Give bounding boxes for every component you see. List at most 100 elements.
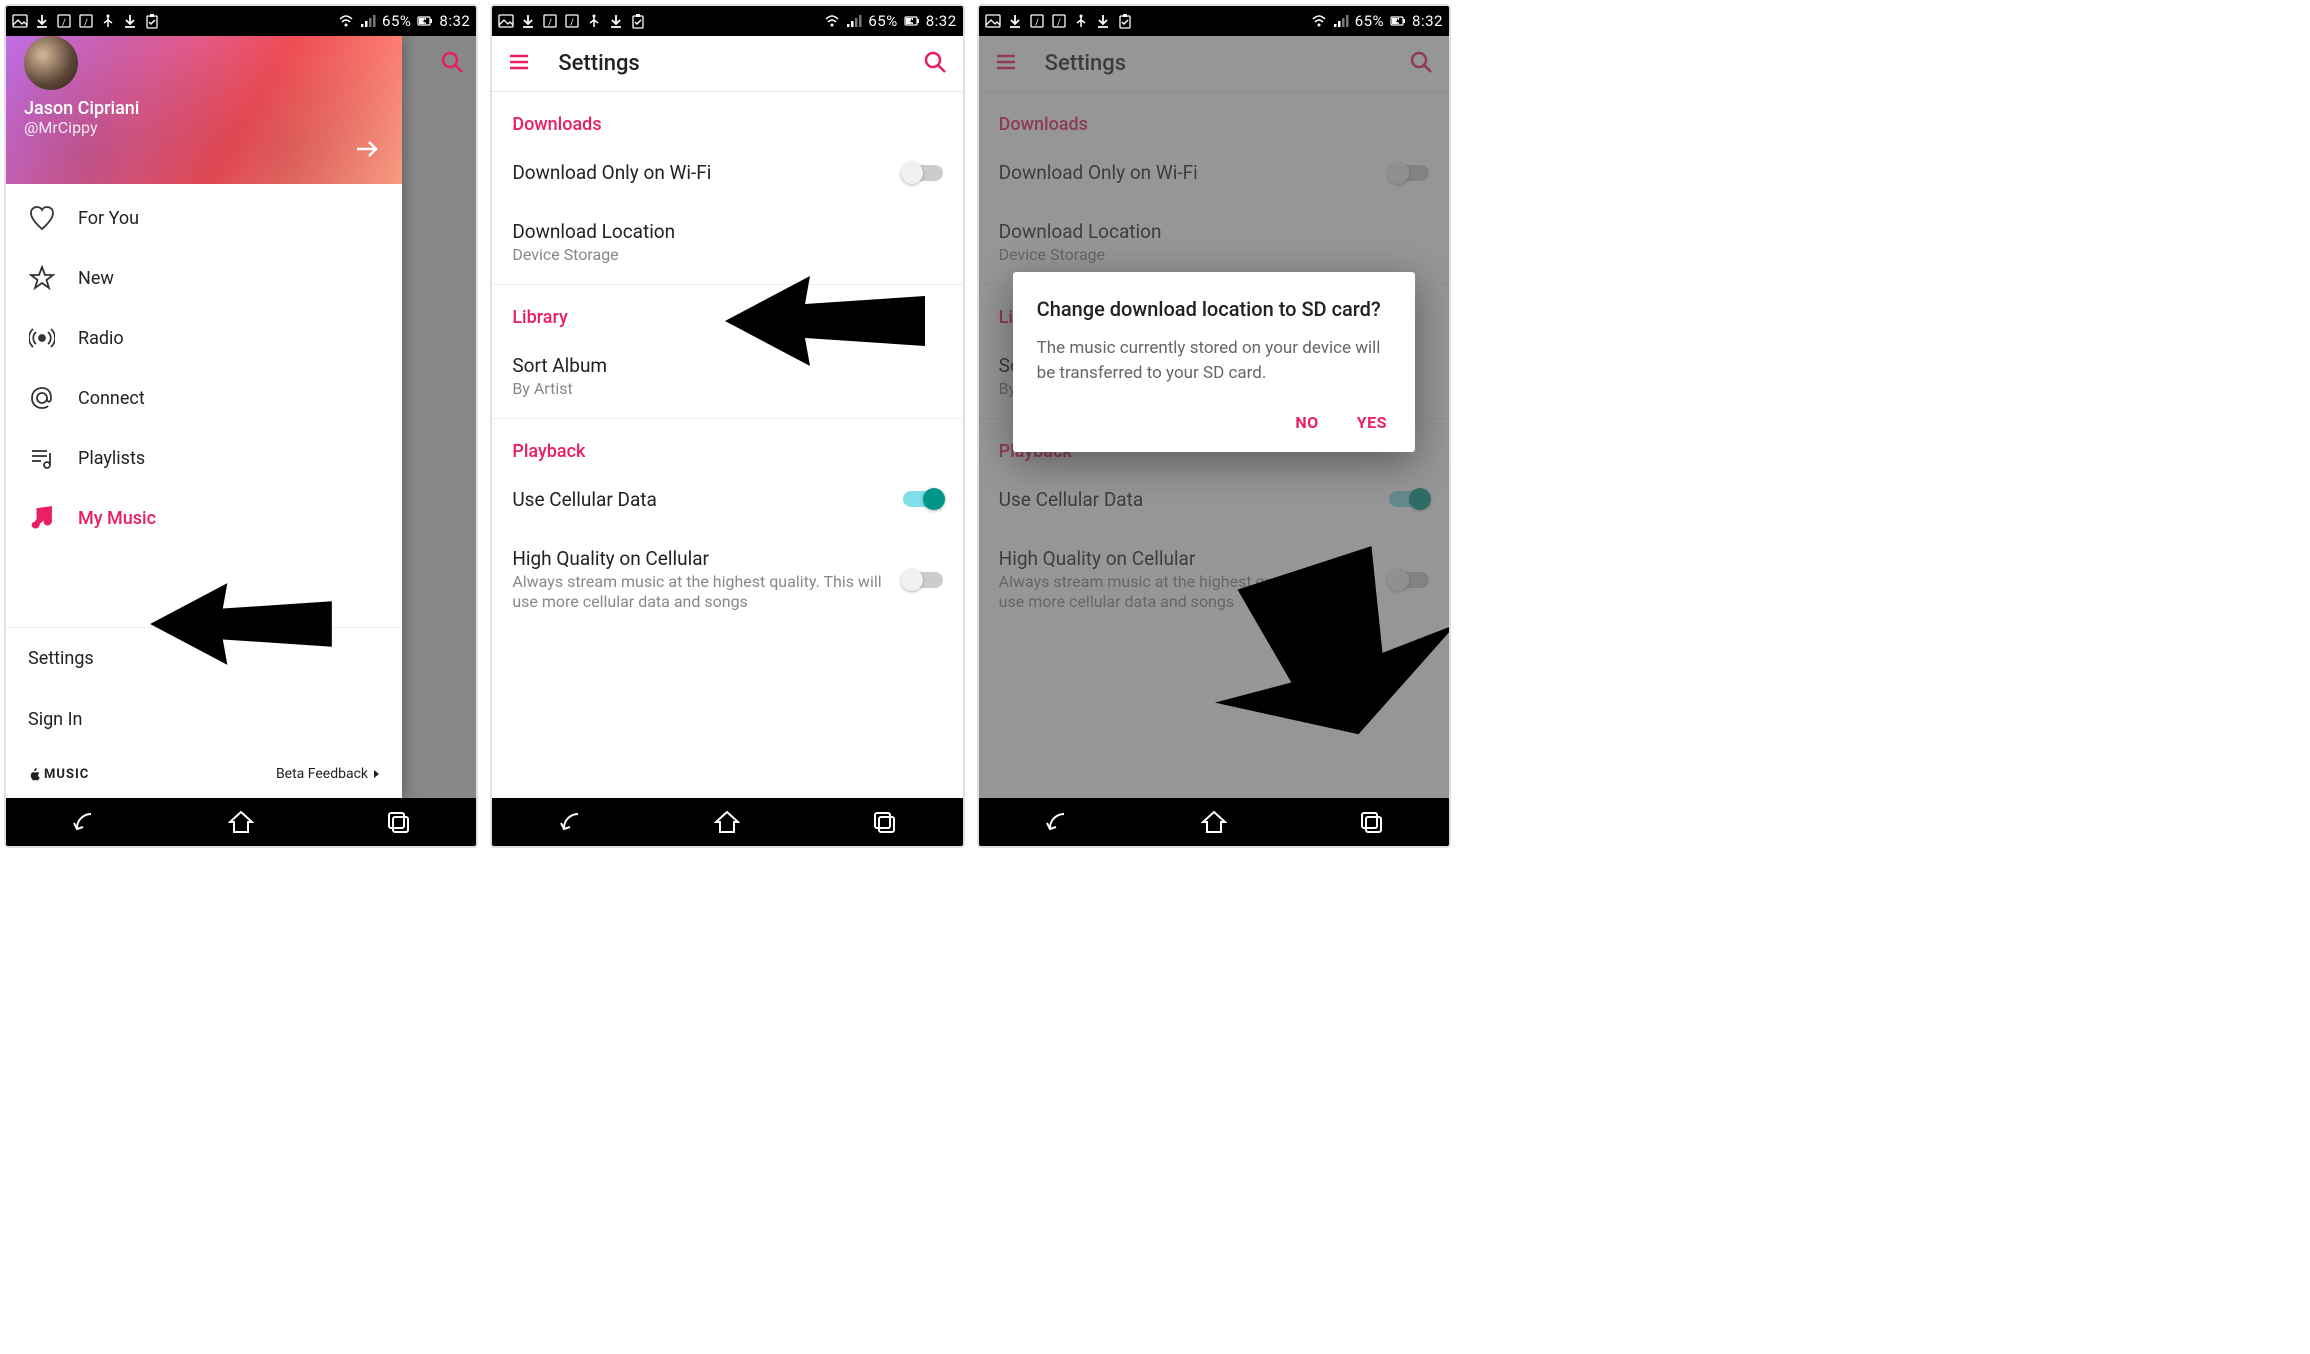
row-sub: By Artist	[512, 379, 930, 400]
arrow-right-icon[interactable]	[354, 136, 380, 162]
wifi-icon	[338, 13, 354, 29]
toggle-hq[interactable]	[903, 572, 943, 588]
caret-right-icon	[372, 769, 380, 779]
row-title: Download Only on Wi-Fi	[512, 161, 890, 184]
search-icon[interactable]	[923, 50, 947, 78]
download-icon	[608, 13, 624, 29]
toggle-cellular[interactable]	[903, 491, 943, 507]
apple-music-brand: MUSIC	[28, 767, 89, 782]
download-icon	[1007, 13, 1023, 29]
drawer-label: Connect	[78, 388, 145, 409]
clipboard-icon	[630, 13, 646, 29]
download-icon	[1095, 13, 1111, 29]
nav-bar	[6, 798, 476, 846]
row-title: High Quality on Cellular	[512, 547, 890, 570]
hamburger-icon[interactable]	[508, 51, 530, 77]
back-button[interactable]	[70, 808, 98, 836]
row-download-wifi[interactable]: Download Only on Wi-Fi	[492, 143, 962, 202]
star-icon	[28, 264, 56, 292]
clipboard-icon	[144, 13, 160, 29]
nav-bar	[979, 798, 1449, 846]
download-icon	[34, 13, 50, 29]
dev-icon	[56, 13, 72, 29]
brand-text: MUSIC	[44, 767, 89, 782]
drawer-label: Playlists	[78, 448, 145, 469]
dialog-body: The music currently stored on your devic…	[1037, 336, 1391, 385]
panel-2-settings: 65% 8:32 Settings Downloads Download Onl…	[490, 4, 964, 848]
apple-icon	[28, 767, 40, 781]
home-button[interactable]	[713, 808, 741, 836]
picture-icon	[498, 13, 514, 29]
battery-pct: 65%	[382, 12, 411, 30]
nav-drawer: Jason Cipriani @MrCippy For You New Radi…	[6, 36, 402, 798]
dev-icon	[78, 13, 94, 29]
drawer-label: New	[78, 268, 114, 289]
panel-1-drawer: 65% 8:32 Jason Cipriani @MrCippy For You…	[4, 4, 478, 848]
radio-icon	[28, 324, 56, 352]
row-cellular-data[interactable]: Use Cellular Data	[492, 470, 962, 529]
beta-feedback-link[interactable]: Beta Feedback	[276, 766, 380, 782]
row-hq-cellular[interactable]: High Quality on Cellular Always stream m…	[492, 529, 962, 632]
search-icon[interactable]	[440, 50, 464, 78]
battery-icon	[1390, 13, 1406, 29]
row-sub: Device Storage	[512, 245, 930, 266]
recent-button[interactable]	[384, 808, 412, 836]
drawer-item-foryou[interactable]: For You	[6, 188, 402, 248]
picture-icon	[985, 13, 1001, 29]
battery-pct: 65%	[1355, 12, 1384, 30]
clock: 8:32	[926, 12, 957, 30]
drawer-signin[interactable]: Sign In	[6, 689, 402, 750]
home-button[interactable]	[1200, 808, 1228, 836]
battery-icon	[904, 13, 920, 29]
row-download-location[interactable]: Download Location Device Storage	[492, 202, 962, 284]
home-button[interactable]	[227, 808, 255, 836]
nav-bar	[492, 798, 962, 846]
dialog-yes-button[interactable]: YES	[1353, 405, 1391, 440]
heart-icon	[28, 204, 56, 232]
dev-icon	[542, 13, 558, 29]
drawer-item-playlists[interactable]: Playlists	[6, 428, 402, 488]
dimmed-content	[402, 36, 476, 798]
drawer-label: My Music	[78, 508, 156, 529]
row-sub: Always stream music at the highest quali…	[512, 572, 890, 614]
clock: 8:32	[1412, 12, 1443, 30]
usb-icon	[1073, 13, 1089, 29]
signal-icon	[360, 13, 376, 29]
row-sort-album[interactable]: Sort Album By Artist	[492, 336, 962, 418]
dev-icon	[1029, 13, 1045, 29]
battery-icon	[417, 13, 433, 29]
toggle-download-wifi[interactable]	[903, 165, 943, 181]
battery-pct: 65%	[868, 12, 897, 30]
clock: 8:32	[439, 12, 470, 30]
dev-icon	[564, 13, 580, 29]
drawer-item-radio[interactable]: Radio	[6, 308, 402, 368]
dialog-no-button[interactable]: NO	[1291, 405, 1322, 440]
drawer-item-connect[interactable]: Connect	[6, 368, 402, 428]
beta-text: Beta Feedback	[276, 766, 368, 782]
drawer-label: For You	[78, 208, 139, 229]
dialog-title: Change download location to SD card?	[1037, 296, 1391, 322]
header-title: Settings	[558, 51, 639, 76]
drawer-settings[interactable]: Settings	[6, 628, 402, 689]
download-icon	[122, 13, 138, 29]
row-title: Use Cellular Data	[512, 488, 890, 511]
section-downloads: Downloads	[492, 92, 962, 143]
at-icon	[28, 384, 56, 412]
back-button[interactable]	[1043, 808, 1071, 836]
drawer-label: Radio	[78, 328, 124, 349]
signal-icon	[1333, 13, 1349, 29]
dev-icon	[1051, 13, 1067, 29]
playlist-icon	[28, 444, 56, 472]
download-icon	[520, 13, 536, 29]
section-playback: Playback	[492, 419, 962, 470]
recent-button[interactable]	[1357, 808, 1385, 836]
back-button[interactable]	[557, 808, 585, 836]
drawer-header[interactable]: Jason Cipriani @MrCippy	[6, 36, 402, 184]
drawer-item-new[interactable]: New	[6, 248, 402, 308]
row-title: Sort Album	[512, 354, 930, 377]
drawer-item-mymusic[interactable]: My Music	[6, 488, 402, 548]
panel-3-dialog: 65% 8:32 Settings Downloads Download Onl…	[977, 4, 1451, 848]
usb-icon	[100, 13, 116, 29]
recent-button[interactable]	[870, 808, 898, 836]
wifi-icon	[1311, 13, 1327, 29]
